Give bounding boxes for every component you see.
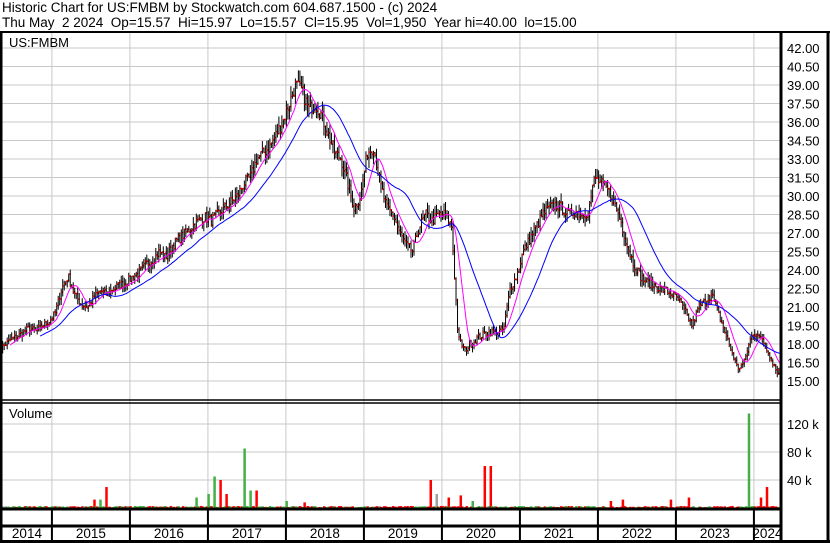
- y-tick-label: 25.50: [787, 245, 820, 260]
- volume-bar: [285, 501, 288, 508]
- volume-bar: [255, 490, 258, 508]
- y-tick-label: 28.50: [787, 208, 820, 223]
- x-tick-label: 2017: [232, 526, 262, 541]
- x-tick-label: 2023: [700, 526, 730, 541]
- volume-bar: [483, 466, 487, 508]
- y-tick-label: 22.50: [787, 282, 820, 297]
- volume-bar: [207, 494, 210, 508]
- volume-bar: [213, 476, 216, 508]
- volume-bar: [687, 497, 691, 508]
- volume-tick-label: 80 k: [787, 445, 812, 460]
- volume-bar: [219, 480, 222, 508]
- moving-average-short-line: [9, 88, 781, 365]
- volume-bar: [99, 499, 102, 508]
- x-tick-label: 2024: [752, 526, 783, 541]
- y-tick-label: 39.00: [787, 78, 820, 93]
- volume-bar: [303, 502, 306, 508]
- volume-bar: [447, 497, 451, 508]
- volume-bar: [249, 490, 252, 508]
- volume-bar: [459, 495, 463, 508]
- volume-bar: [759, 497, 763, 508]
- y-tick-label: 30.00: [787, 189, 820, 204]
- y-tick-label: 40.50: [787, 60, 820, 75]
- y-tick-label: 36.00: [787, 115, 820, 130]
- y-tick-label: 31.50: [787, 171, 820, 186]
- volume-bar: [243, 448, 246, 508]
- volume-bar: [429, 480, 433, 508]
- x-tick-label: 2021: [544, 526, 574, 541]
- volume-panel-title: Volume: [9, 406, 52, 421]
- x-tick-label: 2015: [76, 526, 106, 541]
- price-panel-title: US:FMBM: [9, 35, 69, 50]
- y-tick-label: 24.00: [787, 263, 820, 278]
- volume-bar: [225, 494, 228, 508]
- y-tick-label: 33.00: [787, 152, 820, 167]
- y-tick-label: 15.00: [787, 374, 820, 389]
- y-tick-label: 16.50: [787, 356, 820, 371]
- y-tick-label: 18.00: [787, 337, 820, 352]
- volume-bar: [105, 487, 108, 508]
- x-tick-label: 2014: [12, 526, 43, 541]
- x-tick-label: 2016: [154, 526, 184, 541]
- volume-bar: [747, 413, 751, 508]
- moving-average-long-line: [39, 104, 781, 354]
- volume-bar: [765, 487, 769, 508]
- y-tick-label: 19.50: [787, 319, 820, 334]
- volume-tick-label: 40 k: [787, 473, 812, 488]
- y-tick-label: 21.00: [787, 300, 820, 315]
- volume-bar: [669, 499, 673, 508]
- x-tick-label: 2019: [388, 526, 418, 541]
- y-tick-label: 37.50: [787, 97, 820, 112]
- x-tick-label: 2022: [622, 526, 652, 541]
- y-tick-label: 42.00: [787, 41, 820, 56]
- volume-bar: [471, 501, 475, 508]
- y-tick-label: 34.50: [787, 134, 820, 149]
- volume-bar: [489, 466, 493, 508]
- volume-tick-label: 120 k: [787, 417, 819, 432]
- y-tick-label: 27.00: [787, 226, 820, 241]
- x-tick-label: 2020: [466, 526, 496, 541]
- volume-bar: [435, 494, 439, 508]
- x-tick-label: 2018: [310, 526, 340, 541]
- stock-chart: 42.00 40.50 39.00 37.50 36.00 34.50 33.00 31.50…: [0, 31, 830, 543]
